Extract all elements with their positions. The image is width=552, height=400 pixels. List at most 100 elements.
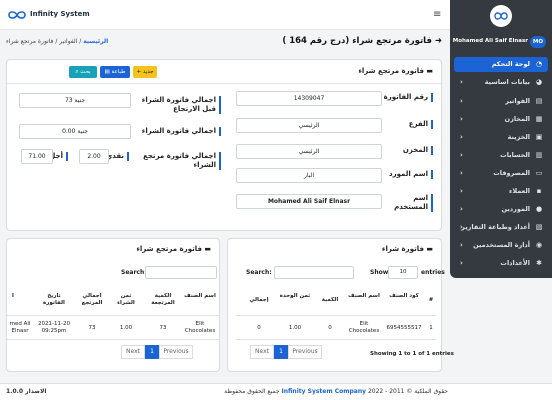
sidebar-item-expenses[interactable]: ▭ المصروفات ‹ — [454, 166, 548, 181]
table-search-input[interactable] — [145, 266, 217, 279]
col-header[interactable]: إجمالي — [242, 297, 276, 304]
sidebar-item-treasury[interactable]: ▣ الخزينة ‹ — [454, 130, 548, 145]
col-header[interactable]: ا — [7, 293, 19, 300]
sidebar-item-suppliers[interactable]: ● الموردين ‹ — [454, 202, 548, 217]
print-icon: ▤ — [104, 69, 112, 75]
breadcrumb-home[interactable]: الرئيسية — [83, 38, 108, 45]
breadcrumb: الرئيسية / الفواتير / فاتورة مرتجع شراء — [6, 38, 109, 45]
print-button[interactable]: ▤ طباعة — [100, 66, 130, 78]
pager-page-1[interactable]: 1 — [145, 345, 159, 359]
table-cell: 1 — [429, 325, 433, 331]
search-button[interactable]: ⌕ بحث — [69, 66, 97, 78]
invoice-icon: ▤ — [535, 97, 543, 105]
table-cell: 2021-11-20 09:25pm — [38, 321, 70, 334]
table-cell: 73 — [88, 325, 96, 331]
copyright-text: حقوق الملكية © 2011 - 2022 Infinity Syst… — [224, 388, 448, 395]
reports-icon: ▧ — [535, 223, 543, 231]
col-header[interactable]: ثمن الوحدة — [278, 293, 312, 300]
sidebar-item-invoices[interactable]: ▤ الفواتير ‹ — [454, 94, 548, 109]
col-header[interactable]: اجمالي المرتجع — [75, 293, 109, 307]
show-entries-select[interactable]: 10 — [388, 266, 418, 279]
chevron-left-icon: ‹ — [460, 97, 463, 105]
sidebar-item-accounts[interactable]: ▥ الحسابات ‹ — [454, 148, 548, 163]
chevron-left-icon: ‹ — [460, 151, 463, 159]
divider — [236, 315, 436, 316]
sidebar-item-users[interactable]: ◉ أدارة المستخدمين ‹ — [454, 238, 548, 253]
customers-icon: ▪ — [536, 187, 542, 195]
col-header[interactable]: الكمية — [316, 297, 344, 304]
table-cell: 6954555517 — [386, 325, 422, 331]
sidebar-item-settings[interactable]: ✱ الأعدادات ‹ — [454, 256, 548, 271]
total-field[interactable]: 0.00 جنية — [19, 124, 131, 139]
pager-previous[interactable]: Previous — [288, 345, 322, 359]
menu-toggle-icon[interactable]: ≡ — [433, 9, 441, 20]
sidebar-item-reports[interactable]: ▧ أعداد وطباعة التقارير ‹ — [454, 220, 548, 235]
page-title: ➜ فاتورة مرتجع شراء (درج رقم 164 ) — [282, 36, 442, 46]
branch-field[interactable]: الرئيسي — [236, 118, 382, 133]
col-header[interactable]: # — [424, 297, 438, 304]
sidebar-item-basic-data[interactable]: ◕ بيانات اساسية ‹ — [454, 75, 548, 90]
brand-link[interactable]: Infinity System Company — [281, 388, 366, 395]
chevron-left-icon: ‹ — [460, 169, 463, 177]
store-label: المخزن — [383, 146, 433, 155]
col-header[interactable]: كود الصنف — [386, 293, 422, 300]
chevron-left-icon: ‹ — [460, 241, 463, 249]
cash-field[interactable]: 2.00 — [79, 149, 109, 164]
table-cell: 0 — [328, 325, 332, 331]
col-header[interactable]: الكمية المرتجعة — [145, 293, 181, 307]
footer: الاصدار 1.0.0 حقوق الملكية © 2011 - 2022… — [0, 383, 552, 400]
invoice-no-label: رقم الفاتورة — [383, 93, 433, 102]
version-text: الاصدار 1.0.0 — [6, 388, 47, 395]
user-label: اسم المستخدم — [383, 194, 433, 212]
safe-icon: ▣ — [535, 133, 543, 141]
purchase-invoice-table-card: ▬ فاتورة شراء Show 10 entries Search: # … — [227, 238, 454, 372]
purchase-return-table-card: ▬ فاتورة مرتجع شراء Search: اسم الصنف ال… — [6, 238, 220, 372]
avatar — [490, 5, 512, 27]
col-header[interactable]: اسم الصنف — [346, 293, 382, 300]
table-cell: 73 — [159, 325, 167, 331]
breadcrumb-invoices[interactable]: الفواتير — [59, 38, 77, 45]
breadcrumb-current: فاتورة مرتجع شراء — [6, 38, 54, 45]
add-button[interactable]: + جديد — [133, 66, 157, 78]
supplier-field[interactable]: البار — [236, 168, 382, 183]
user-field[interactable]: Mohamed Ali Saif Elnasr — [236, 194, 382, 209]
search-label: Search: — [121, 269, 147, 276]
settings-icon: ✱ — [536, 259, 542, 267]
chevron-left-icon: ‹ — [460, 133, 463, 141]
invoice-card-header: ▬ فاتورة مرتجع شراء ⌕ بحث ▤ طباعة + جديد — [7, 60, 441, 84]
store-field[interactable]: الرئيسي — [236, 144, 382, 159]
user-name[interactable]: Mohamed Ali Saif Elnasr — [452, 38, 528, 44]
divider — [236, 339, 436, 340]
pager-next[interactable]: Next — [250, 345, 274, 359]
warehouse-icon: ▦ — [535, 115, 543, 123]
table-search-input[interactable] — [274, 266, 354, 279]
back-arrow-icon[interactable]: ➜ — [432, 36, 442, 46]
chevron-left-icon: ‹ — [460, 259, 463, 267]
invoice-no-field[interactable]: 14309047 — [236, 91, 382, 106]
show-label: Show — [370, 269, 389, 276]
infinity-logo-icon — [494, 12, 508, 20]
total-before-field[interactable]: 73 جنية — [19, 93, 131, 108]
pager-page-1[interactable]: 1 — [274, 345, 288, 359]
table-cell: 0 — [257, 325, 261, 331]
return-total-label: اجمالي فاتورة مرتجع الشراء — [135, 152, 221, 170]
accounts-icon: ▥ — [535, 151, 543, 159]
table-cell: med Ali Elnasr — [9, 321, 31, 334]
divider — [7, 339, 219, 340]
sidebar-item-warehouses[interactable]: ▦ المخازن ‹ — [454, 112, 548, 127]
table-info: Showing 1 to 1 of 1 entries — [370, 351, 454, 357]
chevron-left-icon: ‹ — [460, 115, 463, 123]
pie-chart-icon: ◕ — [535, 78, 543, 86]
user-initials-badge[interactable]: MO — [530, 36, 546, 48]
sidebar-item-dashboard[interactable]: ◔ لوحة التحكم — [454, 57, 548, 72]
pager-previous[interactable]: Previous — [159, 345, 193, 359]
invoice-card-title: ▬ فاتورة مرتجع شراء — [358, 67, 433, 75]
deferred-field[interactable]: 71.00 — [21, 149, 53, 164]
col-header[interactable]: اسم الصنف — [183, 293, 217, 300]
pager-next[interactable]: Next — [121, 345, 145, 359]
sidebar-item-customers[interactable]: ▪ العملاء ‹ — [454, 184, 548, 199]
chevron-left-icon: ‹ — [460, 205, 463, 213]
col-header[interactable]: تاريخ الفاتورة — [37, 293, 71, 307]
col-header[interactable]: ثمن الشراء — [111, 293, 141, 307]
branch-label: الفرع — [383, 120, 433, 129]
